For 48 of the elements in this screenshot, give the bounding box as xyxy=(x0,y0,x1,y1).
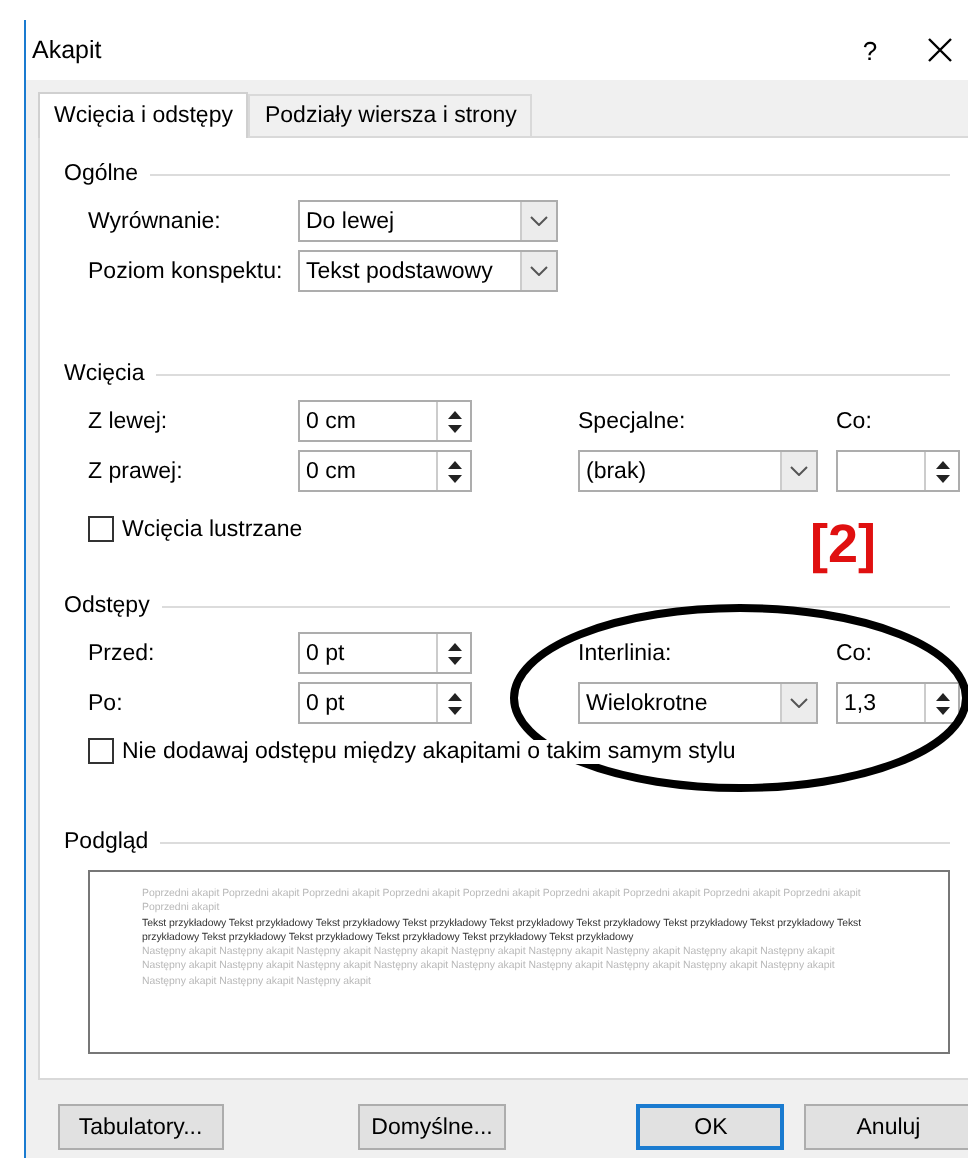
tab[interactable]: Wcięcia i odstępy xyxy=(38,92,249,138)
chevron-down-icon xyxy=(530,216,548,226)
annotation-label: [2] xyxy=(810,512,876,576)
input-field[interactable]: 0 cm xyxy=(298,450,472,492)
field-label: Po: xyxy=(88,691,125,715)
chevron-down-icon xyxy=(790,466,808,476)
dropdown[interactable]: Do lewej xyxy=(298,200,558,242)
section-heading: Podgląd xyxy=(64,830,149,854)
input-field[interactable] xyxy=(836,450,960,492)
field-label: Przed: xyxy=(88,641,157,665)
section-heading: Odstępy xyxy=(64,594,150,618)
dialog-button[interactable]: Tabulatory... xyxy=(58,1104,224,1150)
field-label: Co: xyxy=(836,409,874,433)
checkbox[interactable] xyxy=(88,516,114,542)
field-label: Z prawej: xyxy=(88,459,185,483)
input-field[interactable]: 0 pt xyxy=(298,632,472,674)
field-label: Specjalne: xyxy=(578,409,688,433)
input-field[interactable]: 1,3 xyxy=(836,682,960,724)
dialog-button[interactable]: Anuluj xyxy=(804,1104,968,1150)
chevron-down-icon xyxy=(530,266,548,276)
field-label: Z lewej: xyxy=(88,409,170,433)
dropdown[interactable]: (brak) xyxy=(578,450,818,492)
spinner-arrows-icon xyxy=(447,457,461,485)
help-button[interactable]: ? xyxy=(840,35,900,65)
spinner-arrows-icon xyxy=(447,639,461,667)
dropdown[interactable]: Wielokrotne xyxy=(578,682,818,724)
field-label: Co: xyxy=(836,641,874,665)
dropdown[interactable]: Tekst podstawowy xyxy=(298,250,558,292)
input-field[interactable]: 0 pt xyxy=(298,682,472,724)
checkbox[interactable] xyxy=(88,738,114,764)
tab[interactable]: Podziały wiersza i strony xyxy=(248,94,533,136)
spinner-arrows-icon xyxy=(447,407,461,435)
spinner-arrows-icon xyxy=(935,457,949,485)
section-heading: Wcięcia xyxy=(64,362,145,386)
close-icon[interactable] xyxy=(928,38,952,62)
spinner-arrows-icon xyxy=(447,689,461,717)
field-label: Interlinia: xyxy=(578,641,674,665)
dialog-button[interactable]: OK xyxy=(636,1104,785,1150)
checkbox-label: Nie dodawaj odstępu między akapitami o takim samym stylu xyxy=(122,739,736,763)
window-title: Akapit xyxy=(32,36,104,64)
chevron-down-icon xyxy=(790,698,808,708)
field-label: Wyrównanie: xyxy=(88,209,223,233)
input-field[interactable]: 0 cm xyxy=(298,400,472,442)
dialog-button[interactable]: Domyślne... xyxy=(357,1104,507,1150)
spinner-arrows-icon xyxy=(935,689,949,717)
field-label: Poziom konspektu: xyxy=(88,259,285,283)
checkbox-label: Wcięcia lustrzane xyxy=(122,517,303,541)
section-heading: Ogólne xyxy=(64,162,139,186)
